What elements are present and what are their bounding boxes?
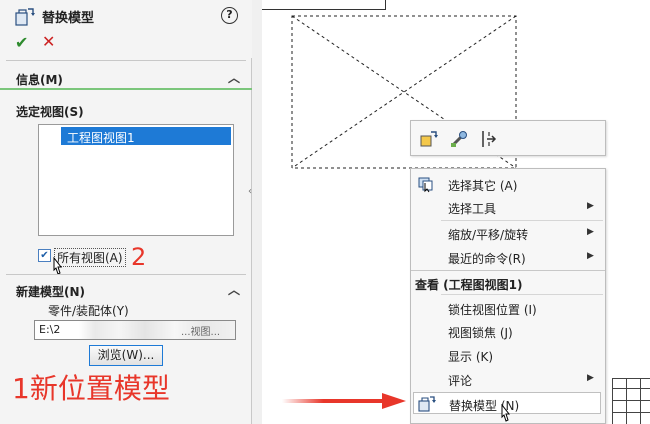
menu-item-lock-view-position[interactable]: 锁住视图位置 (I)	[411, 297, 605, 319]
step-annotation-2: 2	[131, 243, 147, 271]
help-icon[interactable]: ?	[221, 7, 238, 24]
info-section-label: 信息(M)	[16, 73, 63, 87]
menu-item-display[interactable]: 显示 (K)	[411, 344, 605, 366]
table-line	[612, 400, 650, 401]
table-line	[640, 378, 641, 424]
panel-splitter[interactable]	[252, 0, 262, 424]
panel-title: 替换模型	[42, 11, 95, 26]
menu-item-label: 锁住视图位置 (I)	[448, 303, 537, 317]
browse-button[interactable]: 浏览(W)...	[89, 345, 163, 366]
collapse-arrow-icon[interactable]: ‹	[248, 186, 252, 197]
path-value: E:\2	[39, 323, 61, 336]
title-block	[612, 378, 650, 424]
menu-item-label: 缩放/平移/旋转	[448, 228, 529, 242]
menu-item-zoom-pan-rotate[interactable]: 缩放/平移/旋转 ▶	[411, 222, 605, 244]
selected-views-section-header[interactable]: 选定视图(S)	[0, 98, 252, 122]
submenu-arrow-icon: ▶	[587, 227, 594, 237]
list-item[interactable]: 工程图视图1	[61, 127, 231, 145]
selected-views-label: 选定视图(S)	[16, 105, 84, 119]
info-section-header[interactable]: 信息(M) ︿	[0, 66, 252, 90]
cancel-button[interactable]: ✕	[42, 32, 55, 51]
menu-item-recent-commands[interactable]: 最近的命令(R) ▶	[411, 246, 605, 268]
menu-item-select-other[interactable]: 选择其它 (A)	[411, 173, 605, 195]
model-path-field[interactable]: E:\2 ...视图...	[34, 320, 236, 340]
menu-section-header: 查看 (工程图视图1)	[411, 273, 605, 293]
step-annotation-1: 1新位置模型	[12, 372, 170, 405]
menu-separator	[441, 220, 603, 221]
menu-section-title: 查看 (工程图视图1)	[415, 278, 523, 292]
submenu-arrow-icon: ▶	[587, 201, 594, 211]
context-toolbar	[410, 120, 606, 156]
menu-item-label: 评论	[448, 374, 473, 388]
table-line	[612, 388, 650, 389]
menu-item-select-tools[interactable]: 选择工具 ▶	[411, 196, 605, 218]
divider	[6, 60, 246, 61]
component-label: 零件/装配体(Y)	[48, 304, 129, 318]
menu-item-label: 选择其它 (A)	[448, 179, 518, 193]
menu-item-label: 选择工具	[448, 202, 497, 216]
replace-model-icon	[15, 8, 35, 26]
submenu-arrow-icon: ▶	[587, 373, 594, 383]
property-manager-panel: 替换模型 ? ✔ ✕ 信息(M) ︿ 选定视图(S) 工程图视图1 ✔ 所有视图…	[0, 0, 252, 424]
menu-item-label: 最近的命令(R)	[448, 252, 526, 266]
ok-button[interactable]: ✔	[15, 33, 28, 52]
select-other-icon	[418, 177, 433, 193]
context-menu: 选择其它 (A) 选择工具 ▶ 缩放/平移/旋转 ▶ 最近的命令(R) ▶ 查看…	[410, 168, 606, 424]
replace-model-icon	[418, 396, 436, 412]
table-line	[626, 378, 627, 424]
submenu-arrow-icon: ▶	[587, 251, 594, 261]
move-icon[interactable]	[479, 129, 499, 149]
views-listbox[interactable]: 工程图视图1	[38, 124, 234, 236]
menu-separator	[411, 270, 605, 271]
table-line	[612, 378, 650, 379]
panel-header: 替换模型 ? ✔ ✕	[0, 0, 252, 58]
menu-item-label: 视图锁焦 (J)	[448, 326, 513, 340]
repair-icon[interactable]	[449, 129, 469, 149]
new-model-label: 新建模型(N)	[16, 285, 86, 299]
menu-item-comment[interactable]: 评论 ▶	[411, 368, 605, 390]
menu-item-lock-view-focus[interactable]: 视图锁焦 (J)	[411, 320, 605, 342]
path-tail: ...视图...	[181, 327, 221, 338]
table-line	[612, 412, 650, 413]
new-model-section-header[interactable]: 新建模型(N) ︿	[0, 278, 252, 302]
replace-model-icon[interactable]	[419, 129, 439, 149]
menu-item-label: 显示 (K)	[448, 350, 494, 364]
red-arrow-icon	[282, 393, 406, 409]
menu-separator	[441, 294, 603, 295]
chevron-up-icon[interactable]: ︿	[228, 281, 240, 298]
mouse-cursor-icon	[501, 404, 511, 422]
divider	[6, 274, 246, 275]
chevron-up-icon[interactable]: ︿	[228, 69, 240, 86]
table-line	[612, 378, 613, 424]
